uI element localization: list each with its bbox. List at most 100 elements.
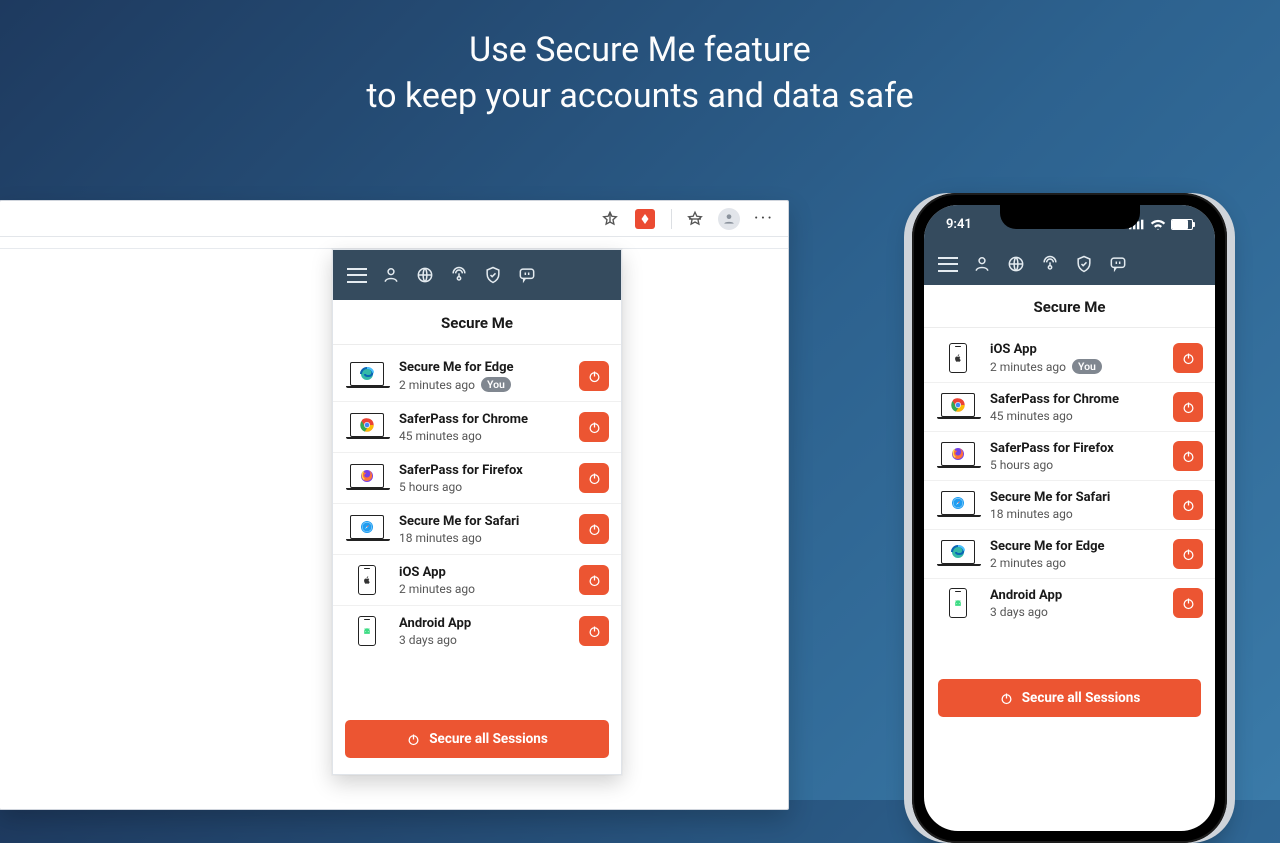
session-row-edge: Secure Me for Edge2 minutes ago bbox=[924, 530, 1215, 579]
session-time: 18 minutes ago bbox=[399, 531, 482, 545]
session-name: SaferPass for Firefox bbox=[990, 441, 1163, 456]
session-row-edge: Secure Me for Edge 2 minutes ago You bbox=[333, 351, 621, 402]
laptop-icon bbox=[936, 439, 980, 473]
person-icon[interactable] bbox=[972, 254, 992, 274]
power-off-button[interactable] bbox=[1173, 490, 1203, 520]
phone-device-icon bbox=[936, 341, 980, 375]
session-info: Android App3 days ago bbox=[990, 588, 1163, 619]
phone-notch bbox=[1000, 205, 1140, 229]
radar-icon[interactable] bbox=[449, 265, 469, 285]
globe-icon[interactable] bbox=[1006, 254, 1026, 274]
session-row-chrome: SaferPass for Chrome45 minutes ago bbox=[333, 402, 621, 453]
power-off-button[interactable] bbox=[579, 514, 609, 544]
session-time: 45 minutes ago bbox=[399, 429, 482, 443]
session-time: 45 minutes ago bbox=[990, 409, 1073, 423]
hamburger-icon[interactable] bbox=[938, 254, 958, 274]
session-meta: 2 minutes ago You bbox=[399, 377, 569, 392]
session-info: SaferPass for Firefox 5 hours ago bbox=[990, 441, 1163, 472]
radar-icon[interactable] bbox=[1040, 254, 1060, 274]
avatar-icon[interactable] bbox=[718, 208, 740, 230]
wifi-icon bbox=[1150, 219, 1166, 230]
session-info: iOS App 2 minutes agoYou bbox=[990, 342, 1163, 374]
secure-all-button[interactable]: Secure all Sessions bbox=[938, 679, 1201, 717]
phone-device-icon bbox=[345, 563, 389, 597]
session-meta: 2 minutes agoYou bbox=[990, 359, 1163, 374]
power-off-button[interactable] bbox=[1173, 392, 1203, 422]
session-row-android: Android App3 days ago bbox=[924, 579, 1215, 627]
battery-icon bbox=[1171, 219, 1193, 230]
session-name: iOS App bbox=[990, 342, 1163, 357]
panel-nav-header bbox=[924, 243, 1215, 285]
you-badge: You bbox=[481, 377, 511, 392]
power-off-button[interactable] bbox=[1173, 539, 1203, 569]
session-name: Android App bbox=[399, 616, 569, 631]
session-row-chrome: SaferPass for Chrome 45 minutes ago bbox=[924, 383, 1215, 432]
laptop-icon bbox=[345, 410, 389, 444]
star-half-icon[interactable] bbox=[686, 210, 704, 228]
session-time: 5 hours ago bbox=[990, 458, 1053, 472]
session-row-safari: Secure Me for Safari18 minutes ago bbox=[924, 481, 1215, 530]
session-row-firefox: SaferPass for Firefox 5 hours ago bbox=[333, 453, 621, 504]
star-outline-icon[interactable] bbox=[601, 210, 619, 228]
phone-device-icon bbox=[345, 614, 389, 648]
session-time: 3 days ago bbox=[399, 633, 457, 647]
hamburger-icon[interactable] bbox=[347, 265, 367, 285]
session-name: Secure Me for Edge bbox=[399, 360, 569, 375]
session-list: iOS App 2 minutes agoYou SaferPass for Chr… bbox=[924, 328, 1215, 633]
session-time: 2 minutes ago bbox=[399, 378, 475, 392]
session-info: iOS App 2 minutes ago bbox=[399, 565, 569, 596]
secure-me-panel: Secure Me Secure Me for Edge 2 minutes ag… bbox=[332, 249, 622, 775]
power-off-button[interactable] bbox=[1173, 588, 1203, 618]
panel-footer: Secure all Sessions bbox=[333, 708, 621, 774]
session-info: Android App 3 days ago bbox=[399, 616, 569, 647]
session-time: 2 minutes ago bbox=[990, 360, 1066, 374]
session-meta: 2 minutes ago bbox=[990, 556, 1163, 570]
secure-all-label: Secure all Sessions bbox=[429, 731, 548, 747]
session-row-safari: Secure Me for Safari 18 minutes ago bbox=[333, 504, 621, 555]
secure-all-button[interactable]: Secure all Sessions bbox=[345, 720, 609, 758]
chat-icon[interactable] bbox=[1108, 254, 1128, 274]
chat-icon[interactable] bbox=[517, 265, 537, 285]
power-off-button[interactable] bbox=[1173, 441, 1203, 471]
laptop-icon bbox=[936, 488, 980, 522]
session-name: SaferPass for Firefox bbox=[399, 463, 569, 478]
session-info: Secure Me for Edge2 minutes ago bbox=[990, 539, 1163, 570]
session-time: 5 hours ago bbox=[399, 480, 462, 494]
power-off-button[interactable] bbox=[579, 463, 609, 493]
panel-title: Secure Me bbox=[924, 285, 1215, 328]
toolbar-divider bbox=[671, 209, 672, 229]
power-off-button[interactable] bbox=[579, 565, 609, 595]
session-meta: 45 minutes ago bbox=[399, 429, 569, 443]
session-name: iOS App bbox=[399, 565, 569, 580]
phone-device: 9:41 Secure Me iOS App2 minutes agoYouSa… bbox=[912, 193, 1227, 843]
session-meta: 5 hours ago bbox=[990, 458, 1163, 472]
session-time: 18 minutes ago bbox=[990, 507, 1073, 521]
panel-title: Secure Me bbox=[333, 300, 621, 345]
session-name: Secure Me for Safari bbox=[399, 514, 569, 529]
session-time: 2 minutes ago bbox=[399, 582, 475, 596]
laptop-icon bbox=[936, 537, 980, 571]
shield-icon[interactable] bbox=[1074, 254, 1094, 274]
more-icon[interactable]: ··· bbox=[754, 210, 774, 228]
session-meta: 18 minutes ago bbox=[990, 507, 1163, 521]
globe-icon[interactable] bbox=[415, 265, 435, 285]
session-name: SaferPass for Chrome bbox=[990, 392, 1163, 407]
power-off-button[interactable] bbox=[1173, 343, 1203, 373]
phone-device-icon bbox=[936, 586, 980, 620]
extension-badge-icon[interactable] bbox=[635, 209, 655, 229]
laptop-icon bbox=[345, 359, 389, 393]
session-row-android: Android App 3 days ago bbox=[333, 606, 621, 656]
power-off-button[interactable] bbox=[579, 361, 609, 391]
browser-window: ··· Secure Me Secure Me for Edge 2 minute… bbox=[0, 200, 789, 810]
session-info: Secure Me for Safari18 minutes ago bbox=[990, 490, 1163, 521]
session-list: Secure Me for Edge 2 minutes ago You SaferP… bbox=[333, 345, 621, 662]
shield-icon[interactable] bbox=[483, 265, 503, 285]
power-off-button[interactable] bbox=[579, 616, 609, 646]
laptop-icon bbox=[345, 461, 389, 495]
session-info: SaferPass for Firefox 5 hours ago bbox=[399, 463, 569, 494]
power-off-button[interactable] bbox=[579, 412, 609, 442]
hero-line-2: to keep your accounts and data safe bbox=[0, 74, 1280, 120]
session-meta: 3 days ago bbox=[990, 605, 1163, 619]
person-icon[interactable] bbox=[381, 265, 401, 285]
session-meta: 45 minutes ago bbox=[990, 409, 1163, 423]
